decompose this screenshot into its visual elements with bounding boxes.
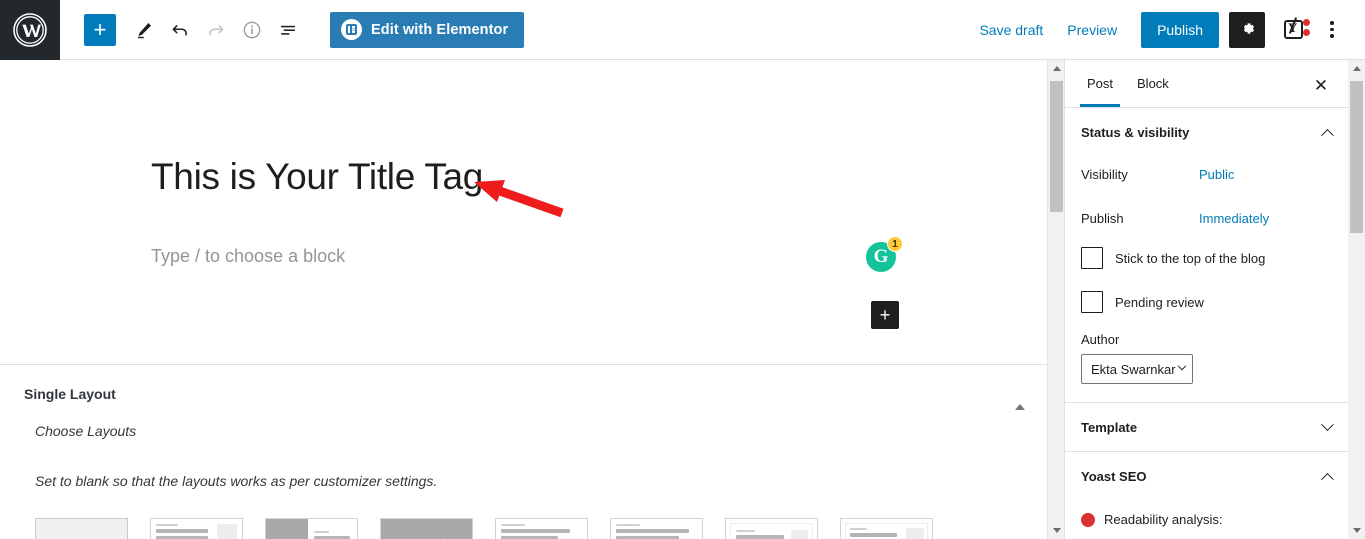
- close-sidebar-button[interactable]: ✕: [1306, 70, 1336, 100]
- close-icon: ✕: [1313, 75, 1329, 95]
- settings-button[interactable]: [1229, 11, 1265, 48]
- add-block-button[interactable]: +: [84, 13, 116, 46]
- layout-thumbnail-8[interactable]: [840, 518, 933, 539]
- chevron-down-icon: [1321, 417, 1334, 431]
- inline-add-block-button[interactable]: +: [871, 301, 899, 329]
- editor-toolbar: + Edit with Elementor Save draft Preview…: [0, 0, 1365, 60]
- choose-layouts-label: Choose Layouts: [35, 423, 137, 439]
- wordpress-logo-icon[interactable]: [0, 0, 60, 60]
- chevron-up-icon: [1321, 472, 1334, 486]
- edit-with-elementor-button[interactable]: Edit with Elementor: [330, 11, 525, 48]
- author-select[interactable]: Ekta Swarnkar: [1081, 354, 1193, 384]
- single-layout-collapse-button[interactable]: [1015, 389, 1025, 410]
- toolbar-left-group: + Edit with Elementor: [60, 11, 525, 48]
- yoast-status-dots: [1303, 18, 1310, 39]
- post-title[interactable]: This is Your Title Tag: [151, 156, 483, 198]
- publish-value-button[interactable]: Immediately: [1199, 211, 1269, 226]
- layout-thumbnail-row: Default Layout: [0, 518, 1047, 539]
- gear-icon: [1238, 19, 1257, 41]
- publish-button[interactable]: Publish: [1141, 11, 1219, 48]
- author-label: Author: [1081, 332, 1120, 347]
- redo-icon: [205, 19, 227, 41]
- scroll-down-arrow-icon[interactable]: [1048, 522, 1065, 539]
- sticky-post-label: Stick to the top of the blog: [1115, 250, 1266, 266]
- pending-review-label: Pending review: [1115, 294, 1204, 310]
- tools-button[interactable]: [126, 12, 162, 48]
- pending-review-row: Pending review: [1065, 288, 1348, 316]
- section-header-status-visibility[interactable]: Status & visibility: [1065, 108, 1348, 156]
- layout-thumbnail-2[interactable]: [150, 518, 243, 539]
- details-button[interactable]: [234, 12, 270, 48]
- grammarly-button[interactable]: G 1: [866, 236, 903, 272]
- tab-block[interactable]: Block: [1125, 60, 1181, 107]
- tab-post[interactable]: Post: [1075, 60, 1125, 107]
- sidebar-scrollbar[interactable]: [1348, 60, 1365, 539]
- scroll-up-arrow-icon[interactable]: [1048, 60, 1065, 77]
- chevron-down-icon: [1177, 361, 1187, 371]
- pencil-icon: [133, 19, 155, 41]
- status-visibility-title: Status & visibility: [1081, 124, 1190, 140]
- kebab-menu-icon: [1330, 21, 1334, 25]
- toolbar-right-group: Save draft Preview Publish: [967, 11, 1365, 48]
- chevron-up-icon: [1321, 128, 1334, 142]
- publish-label: Publish: [1081, 210, 1124, 226]
- visibility-value-button[interactable]: Public: [1199, 167, 1234, 182]
- section-header-yoast-seo[interactable]: Yoast SEO: [1065, 452, 1348, 500]
- sticky-post-row: Stick to the top of the blog: [1065, 244, 1348, 272]
- layout-thumbnail-7[interactable]: [725, 518, 818, 539]
- layout-thumbnail-5[interactable]: [495, 518, 588, 539]
- undo-button[interactable]: [162, 12, 198, 48]
- yoast-seo-button[interactable]: [1273, 12, 1313, 48]
- readability-analysis-row: Readability analysis:: [1065, 500, 1348, 527]
- grammarly-badge-count: 1: [887, 236, 903, 252]
- layout-thumbnail-6[interactable]: [610, 518, 703, 539]
- editor-scrollbar[interactable]: [1047, 60, 1065, 539]
- single-layout-panel: Single Layout Choose Layouts Set to blan…: [0, 364, 1047, 539]
- readability-status-dot-icon: [1081, 512, 1095, 527]
- post-settings-sidebar: Post Block ✕ Status & visibility Visibil…: [1064, 60, 1348, 539]
- scroll-up-arrow-icon[interactable]: [1348, 60, 1365, 77]
- save-draft-button[interactable]: Save draft: [967, 14, 1055, 46]
- layout-thumbnail-default[interactable]: Default Layout: [35, 518, 128, 539]
- sidebar-scrollbar-thumb[interactable]: [1350, 81, 1363, 233]
- sidebar-tabs: Post Block ✕: [1065, 60, 1348, 108]
- author-select-value: Ekta Swarnkar: [1091, 361, 1176, 377]
- elementor-logo-icon: [341, 19, 362, 40]
- visibility-row: Visibility Public: [1065, 156, 1348, 192]
- section-header-template[interactable]: Template: [1065, 403, 1348, 451]
- pending-review-checkbox[interactable]: [1081, 291, 1103, 313]
- layout-thumbnail-4[interactable]: [380, 518, 473, 539]
- publish-row: Publish Immediately: [1065, 200, 1348, 236]
- edit-with-elementor-label: Edit with Elementor: [371, 21, 509, 38]
- undo-icon: [169, 19, 191, 41]
- wordpress-block-editor: + Edit with Elementor Save draft Preview…: [0, 0, 1365, 539]
- block-placeholder-text[interactable]: Type / to choose a block: [151, 246, 345, 267]
- sticky-post-checkbox[interactable]: [1081, 247, 1103, 269]
- editor-canvas: This is Your Title Tag Type / to choose …: [0, 60, 1047, 539]
- add-block-plus-icon: +: [93, 16, 107, 42]
- single-layout-title: Single Layout: [24, 386, 116, 402]
- scroll-down-arrow-icon[interactable]: [1348, 522, 1365, 539]
- yoast-seo-title: Yoast SEO: [1081, 468, 1147, 484]
- template-title: Template: [1081, 419, 1138, 435]
- preview-button[interactable]: Preview: [1055, 14, 1129, 46]
- layout-thumbnail-3[interactable]: [265, 518, 358, 539]
- more-options-button[interactable]: [1315, 12, 1349, 48]
- layout-description: Set to blank so that the layouts works a…: [35, 473, 438, 489]
- triangle-up-icon: [1015, 389, 1025, 410]
- list-view-button[interactable]: [270, 12, 306, 48]
- editor-scrollbar-thumb[interactable]: [1050, 81, 1063, 212]
- info-icon: [241, 19, 263, 41]
- visibility-label: Visibility: [1081, 166, 1128, 182]
- readability-analysis-label: Readability analysis:: [1104, 512, 1223, 527]
- redo-button[interactable]: [198, 12, 234, 48]
- list-view-icon: [277, 19, 299, 41]
- single-layout-panel-header: Single Layout: [0, 365, 1047, 423]
